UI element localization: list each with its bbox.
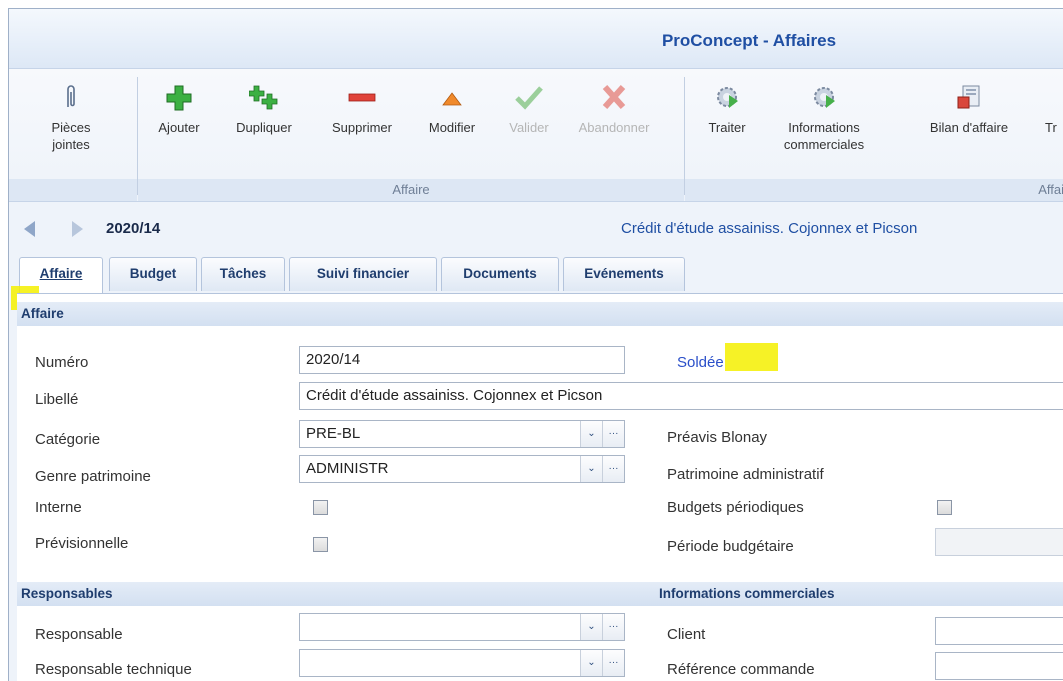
- section-affaire: Affaire: [17, 302, 1063, 326]
- genre-label: Genre patrimoine: [35, 468, 151, 485]
- previous-record-icon[interactable]: [24, 221, 35, 237]
- gear-info-icon: [809, 83, 839, 111]
- attachments-button[interactable]: Pièces jointes: [31, 83, 111, 153]
- responsable-technique-label: Responsable technique: [35, 661, 192, 678]
- libelle-input[interactable]: Crédit d'étude assainiss. Cojonnex et Pi…: [299, 382, 1063, 410]
- tab-taches[interactable]: Tâches: [201, 257, 285, 291]
- numero-label: Numéro: [35, 354, 89, 371]
- more-icon[interactable]: ···: [602, 614, 624, 640]
- chevron-down-icon[interactable]: ⌄: [580, 650, 602, 676]
- next-record-icon[interactable]: [72, 221, 83, 237]
- app-window: ProConcept - Affaires Pièces jointes Ajou…: [8, 8, 1063, 681]
- cancel-button[interactable]: Abandonner: [569, 83, 659, 136]
- cross-icon: [599, 83, 629, 111]
- ribbon-group-affaire-2: Affai: [685, 179, 1063, 201]
- client-input[interactable]: [935, 617, 1063, 645]
- reference-commande-label: Référence commande: [667, 661, 815, 678]
- plus-icon: [164, 83, 194, 111]
- tab-budget[interactable]: Budget: [109, 257, 197, 291]
- interne-label: Interne: [35, 499, 82, 516]
- ribbon-toolbar: Pièces jointes Ajouter Dupliquer Supprime…: [9, 69, 1063, 202]
- libelle-label: Libellé: [35, 391, 79, 408]
- chevron-down-icon[interactable]: ⌄: [580, 421, 602, 447]
- record-number: 2020/14: [106, 220, 161, 237]
- truncated-button[interactable]: Tr: [1045, 83, 1063, 136]
- more-icon[interactable]: ···: [602, 456, 624, 482]
- gear-play-icon: [712, 83, 742, 111]
- tab-evenements[interactable]: Evénements: [563, 257, 685, 291]
- process-button[interactable]: Traiter: [697, 83, 757, 136]
- report-icon: [954, 83, 984, 111]
- genre-value: ADMINISTR: [306, 460, 389, 477]
- window-title: ProConcept - Affaires: [661, 31, 837, 50]
- tab-documents[interactable]: Documents: [441, 257, 559, 291]
- responsable-technique-combo[interactable]: ⌄ ···: [299, 649, 625, 677]
- categorie-description: Préavis Blonay: [667, 429, 768, 446]
- section-infos-commerciales: Informations commerciales: [659, 586, 835, 601]
- interne-checkbox[interactable]: [313, 500, 328, 515]
- periode-budgetaire-input[interactable]: [935, 528, 1063, 556]
- more-icon[interactable]: ···: [602, 421, 624, 447]
- status-badge: Soldée: [677, 354, 724, 371]
- responsable-label: Responsable: [35, 626, 123, 643]
- more-icon[interactable]: ···: [602, 650, 624, 676]
- record-navigation: 2020/14 Crédit d'étude assainiss. Cojonn…: [9, 209, 1063, 249]
- previsionnelle-label: Prévisionnelle: [35, 535, 129, 552]
- responsable-combo[interactable]: ⌄ ···: [299, 613, 625, 641]
- commercial-info-button[interactable]: Informations commerciales: [769, 83, 879, 153]
- minus-icon: [347, 83, 377, 111]
- genre-description: Patrimoine administratif: [667, 466, 824, 483]
- highlight-marker: [725, 343, 778, 371]
- previsionnelle-checkbox[interactable]: [313, 537, 328, 552]
- add-button[interactable]: Ajouter: [149, 83, 209, 136]
- record-description: Crédit d'étude assainiss. Cojonnex et Pi…: [621, 220, 918, 237]
- chevron-down-icon[interactable]: ⌄: [580, 456, 602, 482]
- categorie-value: PRE-BL: [306, 425, 361, 442]
- tab-suivi-financier[interactable]: Suivi financier: [289, 257, 437, 291]
- affaire-form: Affaire Numéro 2020/14 Soldée Libellé Cr…: [17, 293, 1063, 681]
- duplicate-plus-icon: [248, 83, 279, 111]
- categorie-label: Catégorie: [35, 431, 101, 448]
- business-report-button[interactable]: Bilan d'affaire: [915, 83, 1023, 136]
- check-icon: [514, 83, 544, 111]
- periode-budgetaire-label: Période budgétaire: [667, 538, 794, 555]
- edit-triangle-icon: [437, 83, 467, 111]
- paperclip-icon: [56, 83, 86, 111]
- budgets-periodiques-checkbox[interactable]: [937, 500, 952, 515]
- categorie-combo[interactable]: PRE-BL ⌄ ···: [299, 420, 625, 448]
- ribbon-group-attachments: [9, 179, 137, 201]
- edit-button[interactable]: Modifier: [417, 83, 487, 136]
- title-bar: ProConcept - Affaires: [9, 9, 1063, 69]
- ribbon-group-affaire: Affaire: [138, 179, 684, 201]
- delete-button[interactable]: Supprimer: [319, 83, 405, 136]
- reference-commande-input[interactable]: [935, 652, 1063, 680]
- section-responsables: Responsables: [17, 582, 1063, 606]
- validate-button[interactable]: Valider: [499, 83, 559, 136]
- truncated-icon: [1045, 83, 1063, 111]
- client-label: Client: [667, 626, 706, 643]
- budgets-periodiques-label: Budgets périodiques: [667, 499, 804, 516]
- duplicate-button[interactable]: Dupliquer: [223, 83, 305, 136]
- genre-combo[interactable]: ADMINISTR ⌄ ···: [299, 455, 625, 483]
- numero-input[interactable]: 2020/14: [299, 346, 625, 374]
- chevron-down-icon[interactable]: ⌄: [580, 614, 602, 640]
